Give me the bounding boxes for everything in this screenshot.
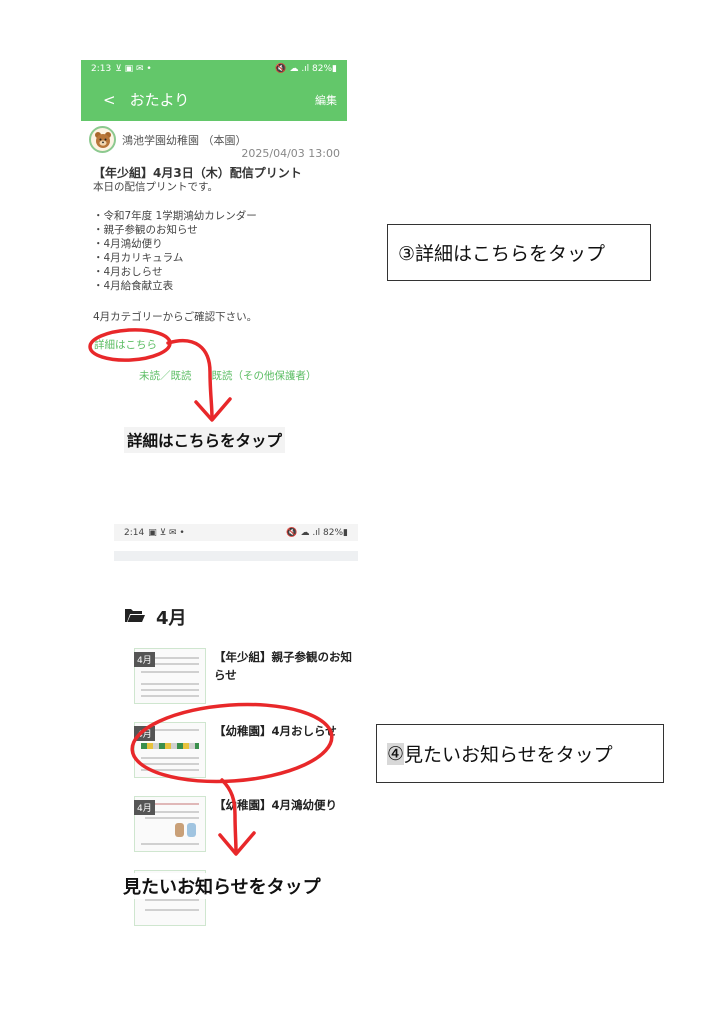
- step4-instruction-box: ④ 見たいお知らせをタップ: [376, 724, 664, 783]
- list-item: ・4月鴻幼便り: [93, 238, 163, 250]
- header-band: [114, 551, 358, 561]
- status-time: 2:13: [91, 64, 112, 74]
- folder-header: 4月: [124, 604, 187, 630]
- tap-notice-label: 見たいお知らせをタップ: [120, 873, 324, 899]
- notice-screenshot: 2:13 ⊻ ▣ ✉ • 🔇 ☁ .ıl 82%▮ < おたより 編集 鴻池学園…: [81, 60, 347, 390]
- signal-battery-icons: 🔇 ☁ .ıl 82%▮: [286, 527, 348, 538]
- list-item: ・4月カリキュラム: [93, 252, 184, 264]
- read-other-link[interactable]: 既読（その他保護者）: [212, 368, 317, 383]
- detail-link[interactable]: 詳細はこちら: [94, 337, 157, 352]
- edit-button[interactable]: 編集: [315, 92, 337, 108]
- step3-instruction-box: ③詳細はこちらをタップ: [387, 224, 651, 281]
- notice-item[interactable]: 4月 【幼稚園】4月鴻幼便り: [134, 796, 359, 854]
- month-badge: 4月: [134, 652, 155, 667]
- month-badge: 4月: [134, 726, 155, 741]
- folder-title: 4月: [156, 608, 187, 629]
- tap-detail-label: 詳細はこちらをタップ: [124, 427, 286, 453]
- step4-text: 見たいお知らせをタップ: [404, 744, 613, 766]
- notification-icons: ▣ ⊻ ✉ •: [148, 527, 185, 538]
- notice-item[interactable]: 4月 【年少組】親子参観のお知らせ: [134, 648, 359, 706]
- notice-title: 【幼稚園】4月鴻幼便り: [214, 798, 338, 812]
- folder-open-icon: [124, 606, 146, 628]
- message-intro: 本日の配信プリントです。: [93, 181, 218, 193]
- message-list: ・令和7年度 1学期鴻幼カレンダー ・親子参観のお知らせ ・4月鴻幼便り ・4月…: [93, 209, 257, 293]
- back-chevron-icon[interactable]: <: [103, 91, 116, 109]
- message-footer: 4月カテゴリーからご確認下さい。: [93, 311, 258, 323]
- sender-row: 鴻池学園幼稚園 （本園）: [89, 126, 247, 153]
- unread-read-link[interactable]: 未読／既読: [139, 368, 192, 383]
- folder-screenshot: 2:14 ▣ ⊻ ✉ • 🔇 ☁ .ıl 82%▮ 4月 4月 【年少組】親子参…: [114, 524, 359, 926]
- page-title: おたより: [129, 91, 190, 109]
- read-status-links: 未読／既読 既読（その他保護者）: [139, 368, 317, 383]
- app-bar: < おたより 編集: [81, 78, 347, 121]
- notice-title: 【年少組】親子参観のお知らせ: [214, 650, 352, 682]
- message-title: 【年少組】4月3日（木）配信プリント: [93, 166, 302, 180]
- status-bar: 2:13 ⊻ ▣ ✉ • 🔇 ☁ .ıl 82%▮: [81, 60, 347, 78]
- notice-item[interactable]: 4月 【幼稚園】4月おしらせ: [134, 722, 359, 780]
- list-item: ・4月給食献立表: [93, 280, 174, 292]
- status-bar: 2:14 ▣ ⊻ ✉ • 🔇 ☁ .ıl 82%▮: [114, 524, 358, 541]
- signal-battery-icons: 🔇 ☁ .ıl 82%▮: [275, 64, 337, 74]
- month-badge: 4月: [134, 800, 155, 815]
- sender-name: 鴻池学園幼稚園 （本園）: [122, 133, 247, 147]
- bear-avatar-icon: [89, 126, 116, 153]
- list-item: ・親子参観のお知らせ: [93, 224, 198, 236]
- step4-number: ④: [387, 742, 405, 765]
- notice-title: 【幼稚園】4月おしらせ: [214, 724, 337, 738]
- post-date: 2025/04/03 13:00: [241, 147, 340, 160]
- status-time: 2:14: [124, 527, 145, 538]
- notification-icons: ⊻ ▣ ✉ •: [115, 64, 152, 74]
- list-item: ・4月おしらせ: [93, 266, 163, 278]
- arrow-head: [194, 397, 232, 422]
- list-item: ・令和7年度 1学期鴻幼カレンダー: [93, 210, 257, 222]
